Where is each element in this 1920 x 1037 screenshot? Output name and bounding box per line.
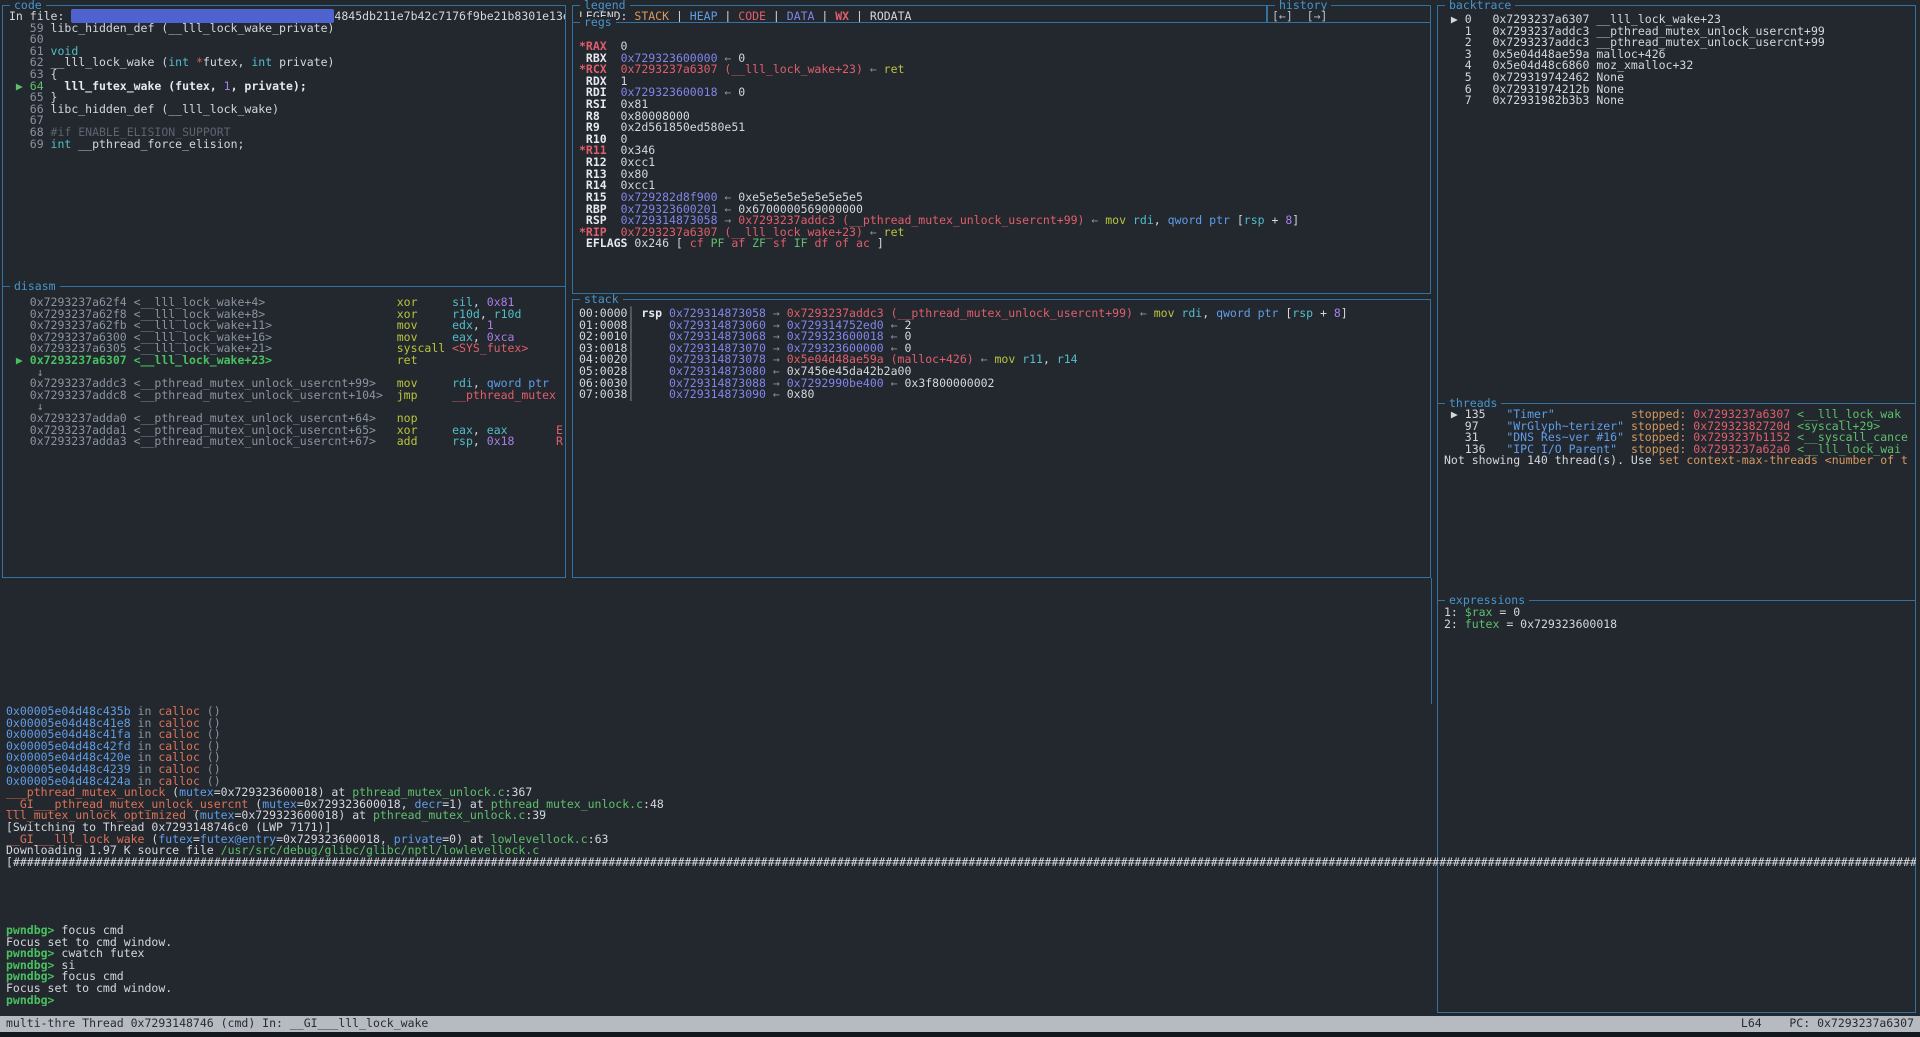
- bottom-strip: [0, 1032, 1920, 1037]
- disasm-panel: disasm 0x7293237a62f4 <__lll_lock_wake+4…: [2, 286, 566, 578]
- history-gap: [1293, 9, 1307, 22]
- code-panel: code In file: 4845db211e7b42c7176f9be21b…: [2, 5, 566, 286]
- history-controls: [←] [→]: [1268, 6, 1430, 22]
- history-forward-button[interactable]: [→]: [1307, 9, 1328, 22]
- registers-panel: regs *RAX 0 RBX 0x729323600000 ← 0*RCX 0…: [572, 22, 1431, 294]
- disasm-listing: 0x7293237a62f4 <__lll_lock_wake+4> xor s…: [3, 287, 565, 577]
- code-source-text: In file: 4845db211e7b42c7176f9be21b8301e…: [3, 6, 565, 286]
- legend-panel: legend LEGEND: STACK | HEAP | CODE | DAT…: [572, 5, 1267, 22]
- stack-panel: stack 00:0000│ rsp 0x729314873058 → 0x72…: [572, 299, 1431, 578]
- history-panel: history [←] [→]: [1267, 5, 1431, 22]
- terminal-prompt-area[interactable]: pwndbg> focus cmdFocus set to cmd window…: [6, 925, 1916, 1006]
- status-bar-right: L64 PC: 0x7293237a6307: [1741, 1018, 1914, 1030]
- backtrace-frames: ▶ 0 0x7293237a6307 __lll_lock_wake+23 1 …: [1438, 6, 1915, 403]
- threads-list: ▶ 135 "Timer" stopped: 0x7293237a6307 <_…: [1438, 404, 1915, 600]
- border-segment: [1431, 578, 1432, 704]
- stack-listing: 00:0000│ rsp 0x729314873058 → 0x7293237a…: [573, 300, 1430, 577]
- threads-panel: threads ▶ 135 "Timer" stopped: 0x7293237…: [1437, 403, 1916, 600]
- backtrace-panel: backtrace ▶ 0 0x7293237a6307 __lll_lock_…: [1437, 5, 1916, 403]
- legend-text: LEGEND: STACK | HEAP | CODE | DATA | WX …: [573, 6, 1266, 22]
- history-back-button[interactable]: [←]: [1272, 9, 1293, 22]
- status-bar: multi-thre Thread 0x7293148746 (cmd) In:…: [0, 1016, 1920, 1032]
- terminal-output: 0x00005e04d48c435b in calloc ()0x00005e0…: [6, 706, 1916, 869]
- status-bar-left: multi-thre Thread 0x7293148746 (cmd) In:…: [6, 1018, 428, 1030]
- registers-list: *RAX 0 RBX 0x729323600000 ← 0*RCX 0x7293…: [573, 23, 1430, 293]
